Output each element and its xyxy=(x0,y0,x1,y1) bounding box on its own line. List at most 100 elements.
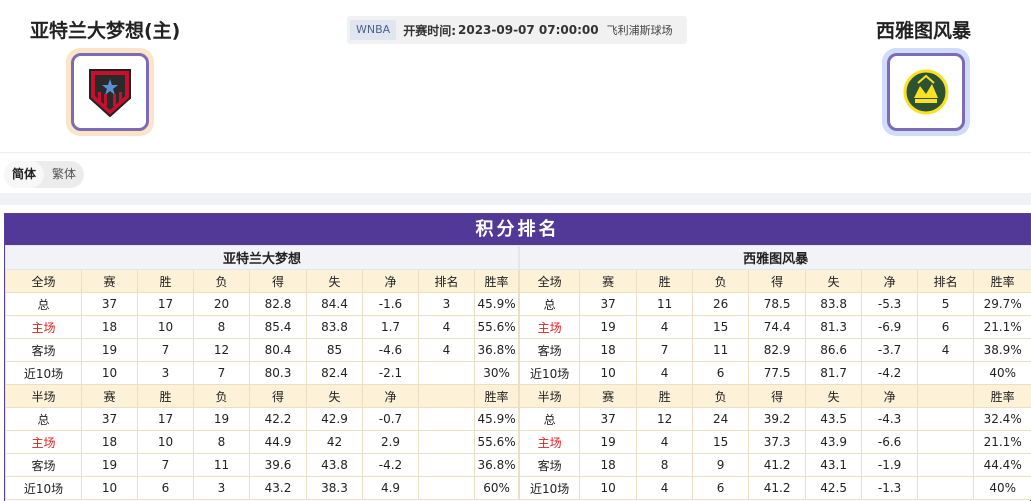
row-label-cell: 总 xyxy=(519,407,581,431)
column-header-cell: 负 xyxy=(193,269,250,293)
stat-cell: 2.9 xyxy=(362,430,419,454)
row-label-cell: 客场 xyxy=(5,453,82,477)
stat-cell: 44.4% xyxy=(973,453,1031,477)
stat-cell: 39.2 xyxy=(748,407,807,431)
section-divider xyxy=(0,193,1031,205)
away-team-name[interactable]: 西雅图风暴 xyxy=(876,16,971,43)
stat-cell: 11 xyxy=(692,338,750,362)
stat-cell: 11 xyxy=(636,292,694,316)
home-data-row: 客场 19 7 12 80.4 85 -4.6 4 36.8% xyxy=(5,338,520,362)
stat-cell: -1.3 xyxy=(861,476,919,500)
away-data-row: 主场 19 4 15 74.4 81.3 -6.9 6 21.1% xyxy=(519,315,1031,339)
stat-cell: 12 xyxy=(636,407,694,431)
away-standings-table: 西雅图风暴 全场赛胜负得失净排名 胜率总 37 11 26 78.5 83.8 -5.3 5 29… xyxy=(519,245,1031,500)
stat-cell: 43.2 xyxy=(249,476,307,500)
stat-cell: -0.7 xyxy=(362,407,419,431)
column-header-cell: 失 xyxy=(805,384,863,408)
stat-cell: 43.8 xyxy=(306,453,363,477)
column-header-cell: 负 xyxy=(692,269,750,293)
row-label-cell: 近10场 xyxy=(5,361,82,385)
column-header-cell: 胜 xyxy=(137,384,194,408)
stat-cell: 5 xyxy=(917,292,975,316)
stat-cell: 37 xyxy=(81,407,138,431)
stat-cell: 42.5 xyxy=(805,476,863,500)
stat-cell: 4 xyxy=(636,430,694,454)
stat-cell xyxy=(418,361,475,385)
row-label-cell: 客场 xyxy=(519,453,581,477)
stat-cell: 74.4 xyxy=(748,315,807,339)
lang-traditional-button[interactable]: 繁体 xyxy=(44,161,84,188)
stat-cell: 19 xyxy=(81,338,138,362)
stat-cell xyxy=(917,453,975,477)
stat-cell: 15 xyxy=(692,430,750,454)
column-header-cell: 胜率 xyxy=(973,269,1031,293)
stat-cell: -1.6 xyxy=(362,292,419,316)
home-data-row: 总 37 17 19 42.2 42.9 -0.7 45.9% xyxy=(5,407,520,431)
stat-cell: 10 xyxy=(81,361,138,385)
stat-cell: 10 xyxy=(137,430,194,454)
stat-cell: 38.3 xyxy=(306,476,363,500)
stat-cell: 37.3 xyxy=(748,430,807,454)
stat-cell: 4 xyxy=(636,361,694,385)
stat-cell: 10 xyxy=(137,315,194,339)
stat-cell: -3.7 xyxy=(861,338,919,362)
column-header-cell: 胜 xyxy=(636,384,694,408)
column-header-cell: 胜率 xyxy=(473,269,520,293)
stat-cell xyxy=(917,476,975,500)
stat-cell: 86.6 xyxy=(805,338,863,362)
column-header-cell: 赛 xyxy=(81,269,138,293)
column-header-cell: 胜率 xyxy=(473,384,520,408)
seattle-storm-crest-icon xyxy=(903,69,949,115)
stat-cell: 4 xyxy=(917,338,975,362)
stat-cell: 17 xyxy=(137,292,194,316)
stat-cell: 84.4 xyxy=(306,292,363,316)
stat-cell xyxy=(418,430,475,454)
stat-cell: 85.4 xyxy=(249,315,307,339)
stat-cell: 82.4 xyxy=(306,361,363,385)
row-label-cell: 近10场 xyxy=(5,476,82,500)
league-tag[interactable]: WNBA xyxy=(350,20,397,40)
stat-cell: 8 xyxy=(193,315,250,339)
column-header-cell: 得 xyxy=(748,384,807,408)
stat-cell: 37 xyxy=(81,292,138,316)
column-header-cell: 半场 xyxy=(5,384,82,408)
stat-cell: 37 xyxy=(579,292,638,316)
stat-cell: 17 xyxy=(137,407,194,431)
stat-cell: 82.8 xyxy=(249,292,307,316)
stat-cell: 55.6% xyxy=(473,315,520,339)
stat-cell: 85 xyxy=(306,338,363,362)
row-label-cell: 主场 xyxy=(5,430,82,454)
stat-cell xyxy=(418,453,475,477)
stat-cell: 36.8% xyxy=(473,453,520,477)
stat-cell: 43.9 xyxy=(805,430,863,454)
lang-simplified-button[interactable]: 简体 xyxy=(4,161,45,188)
row-label-cell: 总 xyxy=(5,407,82,431)
away-table-caption: 西雅图风暴 xyxy=(519,245,1031,270)
stat-cell: 78.5 xyxy=(748,292,807,316)
stat-cell: 60% xyxy=(473,476,520,500)
column-header-cell: 赛 xyxy=(579,269,638,293)
stat-cell: 80.4 xyxy=(249,338,307,362)
stat-cell: 20 xyxy=(193,292,250,316)
stat-cell: 80.3 xyxy=(249,361,307,385)
stat-cell: 42.9 xyxy=(306,407,363,431)
stat-cell: 7 xyxy=(137,338,194,362)
away-data-row: 近10场 10 4 6 77.5 81.7 -4.2 40% xyxy=(519,361,1031,385)
away-team-logo[interactable] xyxy=(882,48,970,136)
home-team-name[interactable]: 亚特兰大梦想(主) xyxy=(30,16,180,43)
stat-cell: 6 xyxy=(917,315,975,339)
column-header-cell: 赛 xyxy=(579,384,638,408)
stat-cell: 4 xyxy=(636,476,694,500)
stat-cell: -4.3 xyxy=(861,407,919,431)
row-label-cell: 主场 xyxy=(519,315,581,339)
stat-cell xyxy=(917,361,975,385)
column-header-cell: 全场 xyxy=(5,269,82,293)
stat-cell: 11 xyxy=(193,453,250,477)
stat-cell: 1.7 xyxy=(362,315,419,339)
stat-cell: 10 xyxy=(579,476,638,500)
stat-cell: 8 xyxy=(193,430,250,454)
column-header-cell: 净 xyxy=(362,269,419,293)
home-team-logo[interactable] xyxy=(66,48,154,136)
stat-cell: 18 xyxy=(81,430,138,454)
home-table-caption: 亚特兰大梦想 xyxy=(4,245,520,270)
